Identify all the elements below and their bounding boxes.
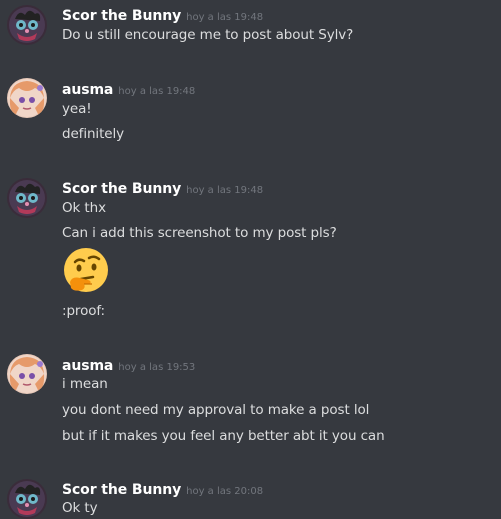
message-text: :proof: [62, 303, 106, 319]
message-text: Ok ty [62, 500, 98, 516]
timestamp: hoy a las 19:48 [186, 185, 264, 196]
avatar-ausma[interactable] [7, 78, 47, 118]
avatar-ausma[interactable] [7, 354, 47, 394]
avatar-scor[interactable] [7, 178, 47, 218]
message-text: Ok thx [62, 200, 106, 216]
username[interactable]: Scor the Bunny [62, 8, 181, 24]
thinking-face-icon [62, 246, 110, 294]
timestamp: hoy a las 19:48 [118, 86, 196, 97]
chat-messages: Scor the Bunny hoy a las 19:48 Do u still… [0, 0, 501, 519]
username[interactable]: Scor the Bunny [62, 482, 181, 498]
username[interactable]: ausma [62, 82, 113, 98]
message-text: Do u still encourage me to post about Sy… [62, 27, 354, 43]
message-text: yea! [62, 101, 92, 117]
avatar-scor[interactable] [7, 5, 47, 45]
message-text: definitely [62, 126, 125, 142]
username[interactable]: ausma [62, 358, 113, 374]
message-text: Can i add this screenshot to my post pls… [62, 225, 337, 241]
message-text: but if it makes you feel any better abt … [62, 428, 385, 444]
timestamp: hoy a las 20:08 [186, 486, 264, 497]
message-text: i mean [62, 376, 108, 392]
avatar-scor[interactable] [7, 479, 47, 519]
message-text: you dont need my approval to make a post… [62, 402, 370, 418]
timestamp: hoy a las 19:48 [186, 12, 264, 23]
timestamp: hoy a las 19:53 [118, 362, 196, 373]
username[interactable]: Scor the Bunny [62, 181, 181, 197]
